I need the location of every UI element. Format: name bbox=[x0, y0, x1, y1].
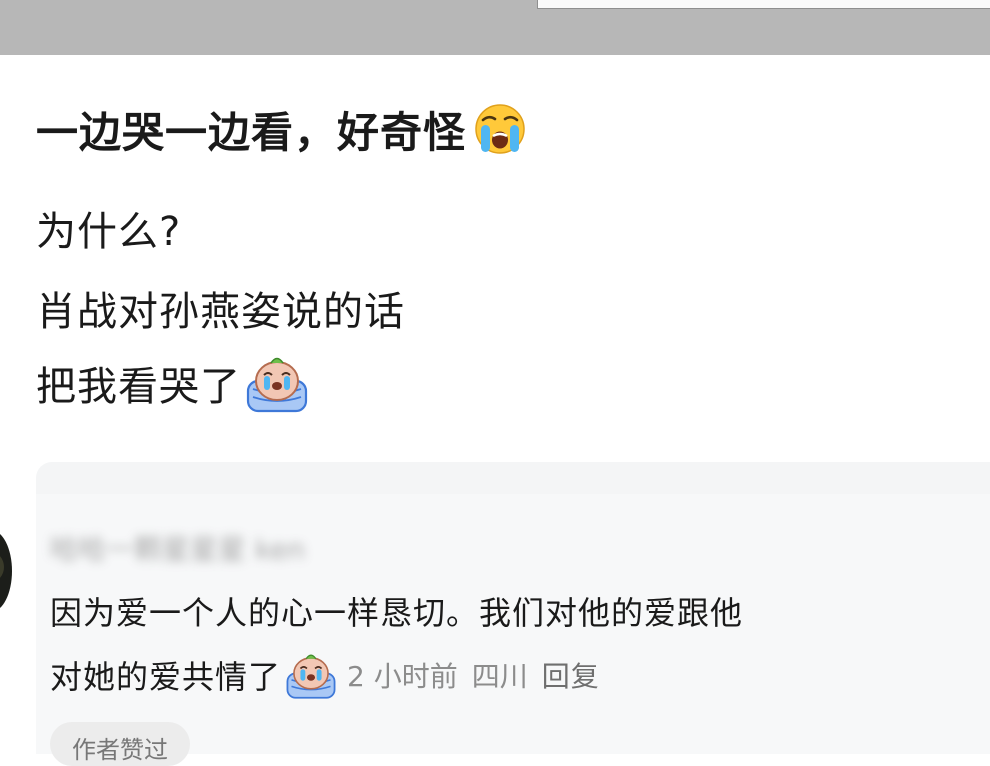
crying-sticker-icon bbox=[246, 357, 308, 413]
comment-section-header bbox=[36, 462, 990, 496]
reply-button[interactable]: 回复 bbox=[542, 655, 600, 695]
post-line-text: 把我看哭了 bbox=[36, 364, 241, 410]
comment-text: 因为爱一个人的心一样恳切。我们对他的爱跟他 bbox=[50, 594, 744, 632]
post-title-text: 一边哭一边看，好奇怪 bbox=[36, 107, 467, 157]
crying-sticker-icon bbox=[286, 654, 336, 699]
post-line-quote: 肖战对孙燕姿说的话 bbox=[36, 280, 405, 336]
overlay-panel-edge bbox=[537, 0, 990, 9]
post-line-text: 肖战对孙燕姿说的话 bbox=[36, 289, 405, 335]
post-title: 一边哭一边看，好奇怪 bbox=[36, 98, 528, 160]
comment-text: 对她的爱共情了 bbox=[50, 658, 282, 696]
comment-username[interactable]: 哈哈一颗星星星 ken bbox=[50, 528, 305, 568]
post-line-why: 为什么? bbox=[36, 200, 181, 256]
comment-text-line: 对她的爱共情了 2 小时前 四川 回复 bbox=[50, 650, 600, 700]
comment-text-line: 因为爱一个人的心一样恳切。我们对他的爱跟他 bbox=[50, 586, 743, 636]
loudly-crying-face-icon bbox=[475, 104, 525, 154]
comment-time: 2 小时前 bbox=[347, 660, 458, 693]
post-line-text: 为什么? bbox=[36, 209, 182, 255]
post-line-cry: 把我看哭了 bbox=[36, 355, 309, 413]
author-liked-badge: 作者赞过 bbox=[50, 722, 190, 766]
comment-location: 四川 bbox=[471, 660, 528, 693]
